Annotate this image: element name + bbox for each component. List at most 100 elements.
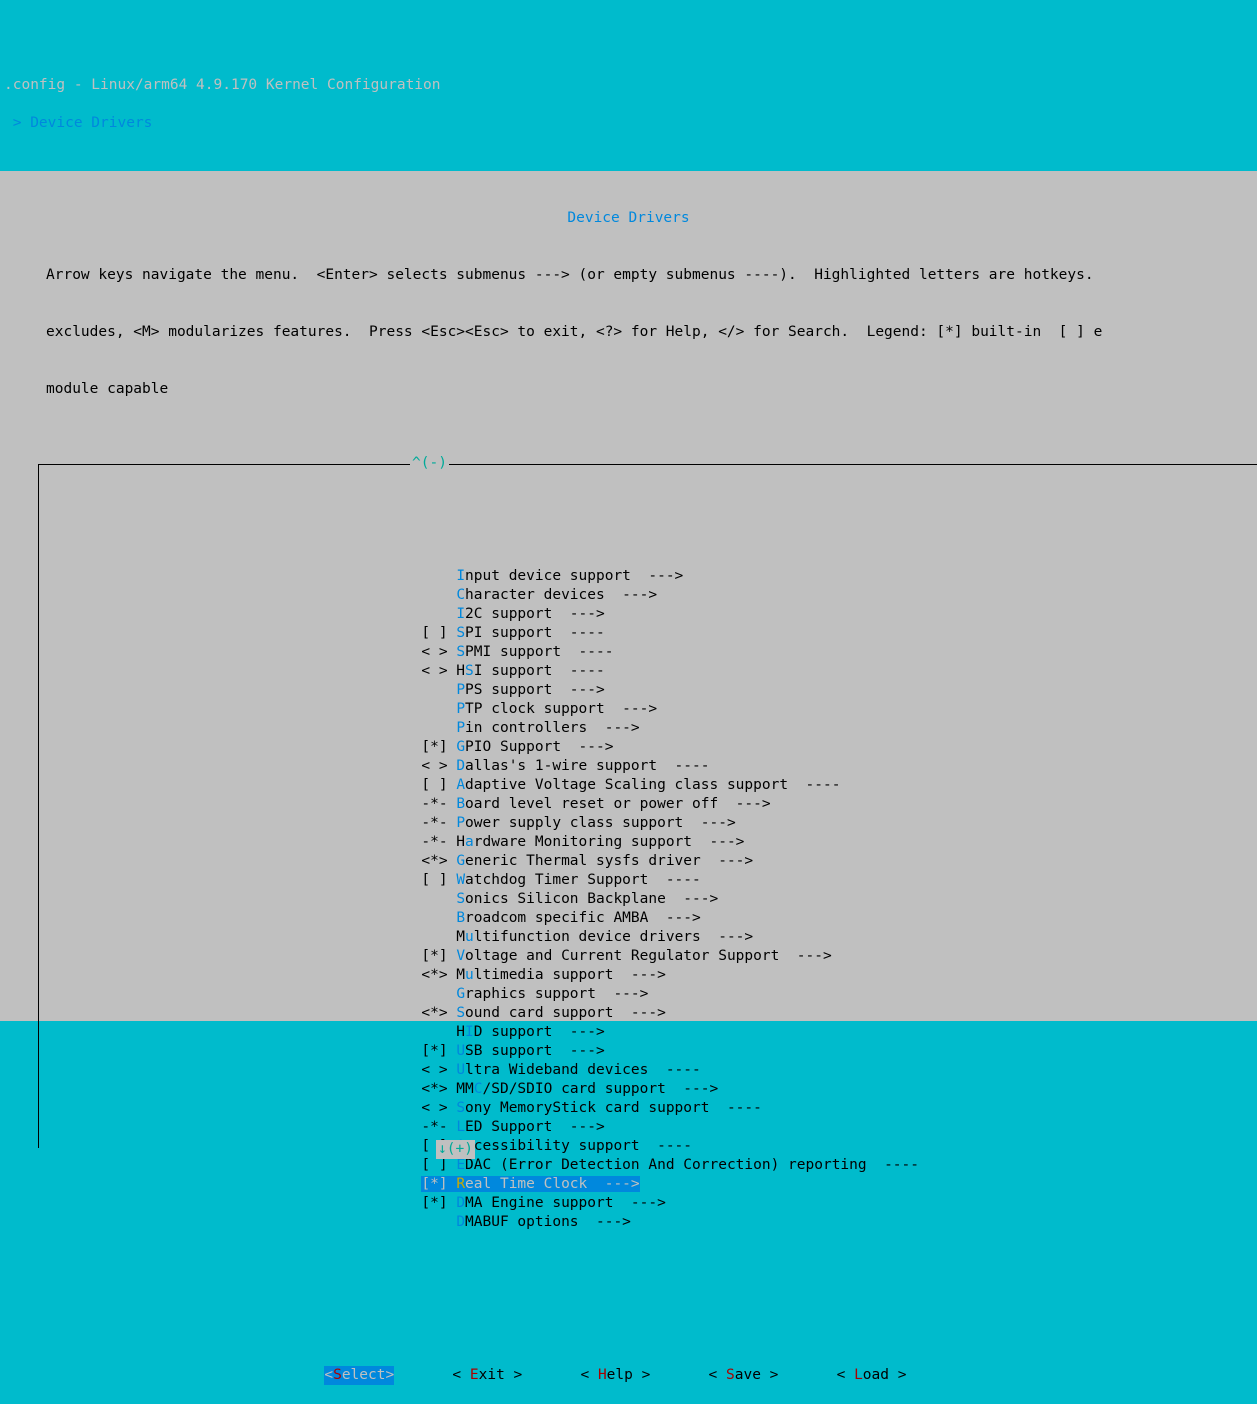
menu-item-label: Multifunction device drivers ---> [421,929,753,945]
menu-item-label: [ ] Adaptive Voltage Scaling class suppo… [421,777,840,793]
menu-item[interactable]: HID support ---> [46,1023,1257,1042]
menu-item-label: <*> Sound card support ---> [421,1005,665,1021]
help-line-1: Arrow keys navigate the menu. <Enter> se… [0,266,1257,285]
menu-box: ^(-) Input device support ---> Character… [0,464,1257,1289]
menu-item-label: Graphics support ---> [421,986,648,1002]
hotkey-char: u [465,967,474,983]
menu-item[interactable]: -*- Board level reset or power off ---> [46,795,1257,814]
hotkey-char: I [465,1024,474,1040]
menu-item[interactable]: < > SPMI support ---- [46,643,1257,662]
hotkey-char: I [456,606,465,622]
menu-item[interactable]: [ ] SPI support ---- [46,624,1257,643]
elect-button[interactable]: <Select> [324,1366,394,1385]
menu-item[interactable]: [ ] Accessibility support ---- [46,1137,1257,1156]
menu-item[interactable]: <*> Sound card support ---> [46,1004,1257,1023]
menu-list[interactable]: Input device support ---> Character devi… [0,559,1257,1232]
menu-item-label: <*> Generic Thermal sysfs driver ---> [421,853,753,869]
oad-button[interactable]: < Load > [837,1366,907,1385]
menu-item-label: -*- Power supply class support ---> [421,815,735,831]
help-line-2: excludes, <M> modularizes features. Pres… [0,323,1257,342]
scroll-down-indicator: ↓(+) [436,1140,475,1159]
menu-item[interactable]: Sonics Silicon Backplane ---> [46,890,1257,909]
menu-item-label: HID support ---> [421,1024,604,1040]
menu-item[interactable]: [*] Voltage and Current Regulator Suppor… [46,947,1257,966]
main-panel: Device Drivers Arrow keys navigate the m… [0,171,1257,1021]
menu-item[interactable]: <*> MMC/SD/SDIO card support ---> [46,1080,1257,1099]
menu-item[interactable]: -*- LED Support ---> [46,1118,1257,1137]
menu-item[interactable]: < > Sony MemoryStick card support ---- [46,1099,1257,1118]
menu-item-label: < > Ultra Wideband devices ---- [421,1062,700,1078]
menu-item[interactable]: PTP clock support ---> [46,700,1257,719]
menu-item-label: <*> MMC/SD/SDIO card support ---> [421,1081,718,1097]
menu-item[interactable]: -*- Power supply class support ---> [46,814,1257,833]
menu-item-label: [ ] Watchdog Timer Support ---- [421,872,700,888]
hotkey-char: S [456,1100,465,1116]
hotkey-char: D [456,1195,465,1211]
menu-item-label: < > HSI support ---- [421,663,604,679]
menu-item-label: [*] Real Time Clock ---> [421,1176,639,1192]
menu-item-label: [*] DMA Engine support ---> [421,1195,665,1211]
menu-item[interactable]: <*> Generic Thermal sysfs driver ---> [46,852,1257,871]
menu-border-left [38,464,39,1148]
menu-item[interactable]: [ ] Adaptive Voltage Scaling class suppo… [46,776,1257,795]
hotkey-char: V [456,948,465,964]
menu-item[interactable]: PPS support ---> [46,681,1257,700]
menu-item[interactable]: DMABUF options ---> [46,1213,1257,1232]
menu-item-label: < > SPMI support ---- [421,644,613,660]
hotkey-char: P [456,701,465,717]
menu-item[interactable]: Multifunction device drivers ---> [46,928,1257,947]
menu-item[interactable]: Broadcom specific AMBA ---> [46,909,1257,928]
menu-item[interactable]: Pin controllers ---> [46,719,1257,738]
menu-item[interactable]: Character devices ---> [46,586,1257,605]
menu-item-label: [ ] EDAC (Error Detection And Correction… [421,1157,919,1173]
menu-item-label: <*> Multimedia support ---> [421,967,665,983]
hotkey-char: I [456,568,465,584]
hotkey-char: a [465,834,474,850]
menu-item[interactable]: [*] GPIO Support ---> [46,738,1257,757]
hotkey-char: S [465,663,474,679]
menu-item[interactable]: [*] DMA Engine support ---> [46,1194,1257,1213]
menu-item[interactable]: Input device support ---> [46,567,1257,586]
menu-item-label: [*] GPIO Support ---> [421,739,613,755]
menu-item-label: [*] USB support ---> [421,1043,604,1059]
menu-item[interactable]: < > Ultra Wideband devices ---- [46,1061,1257,1080]
elp-button[interactable]: < Help > [580,1366,650,1385]
hotkey-char: P [456,720,465,736]
menu-item-label: < > Dallas's 1-wire support ---- [421,758,709,774]
menu-item[interactable]: [ ] Watchdog Timer Support ---- [46,871,1257,890]
hotkey-char: U [456,1043,465,1059]
scroll-up-indicator: ^(-) [410,454,449,473]
menu-item[interactable]: -*- Hardware Monitoring support ---> [46,833,1257,852]
button-hotkey: E [470,1367,479,1383]
menu-item[interactable]: < > Dallas's 1-wire support ---- [46,757,1257,776]
hotkey-char: S [456,644,465,660]
hotkey-char: W [456,872,465,888]
hotkey-char: U [456,1062,465,1078]
hotkey-char: u [465,929,474,945]
hotkey-char: B [456,796,465,812]
ave-button[interactable]: < Save > [709,1366,779,1385]
hotkey-char: S [456,1005,465,1021]
menu-item-label: DMABUF options ---> [421,1214,631,1230]
menu-item-label: Character devices ---> [421,587,657,603]
button-hotkey: S [333,1367,342,1383]
hotkey-char: P [456,815,465,831]
menu-item[interactable]: Graphics support ---> [46,985,1257,1004]
menu-item-label: -*- LED Support ---> [421,1119,604,1135]
hotkey-char: D [456,1214,465,1230]
hotkey-char: G [456,986,465,1002]
menu-item[interactable]: [*] USB support ---> [46,1042,1257,1061]
hotkey-char: P [456,682,465,698]
breadcrumb: > Device Drivers [0,114,1257,133]
menu-item[interactable]: [*] Real Time Clock ---> [46,1175,1257,1194]
menu-item[interactable]: < > HSI support ---- [46,662,1257,681]
xit-button[interactable]: < Exit > [452,1366,522,1385]
hotkey-char: C [474,1081,483,1097]
menu-item[interactable]: [ ] EDAC (Error Detection And Correction… [46,1156,1257,1175]
menu-item-label: PTP clock support ---> [421,701,657,717]
menu-item[interactable]: I2C support ---> [46,605,1257,624]
title-bar: .config - Linux/arm64 4.9.170 Kernel Con… [0,76,1257,95]
menu-item-label: PPS support ---> [421,682,604,698]
menu-border-top [38,464,1257,465]
menu-item[interactable]: <*> Multimedia support ---> [46,966,1257,985]
